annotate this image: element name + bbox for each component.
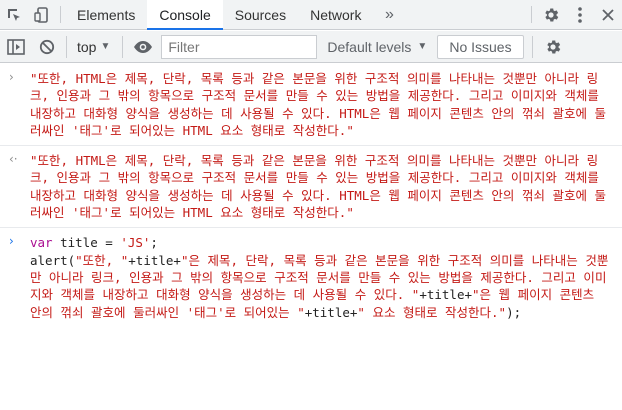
code-text: +title+	[128, 252, 181, 268]
device-toolbar-icon[interactable]	[28, 0, 56, 29]
result-arrow-icon: ‹·	[9, 152, 18, 167]
eye-icon[interactable]	[129, 40, 157, 54]
devtools-tabbar: Elements Console Sources Network »	[0, 0, 622, 30]
tabbar-actions	[527, 0, 622, 29]
code-text: +title+	[304, 304, 358, 320]
inspect-element-icon[interactable]	[0, 0, 28, 29]
prompt-code[interactable]: var title = 'JS'; alert("또한, "+title+"은 …	[30, 234, 612, 320]
tab-console[interactable]: Console	[147, 0, 224, 30]
message-text: "또한, HTML은 제목, 단락, 목록 등과 같은 본문을 위한 구조적 의…	[30, 153, 607, 221]
context-selector[interactable]: top ▼	[71, 39, 116, 55]
tab-label: Sources	[234, 6, 287, 23]
clear-console-icon[interactable]	[32, 39, 62, 55]
sidebar-toggle-icon[interactable]	[0, 38, 32, 55]
console-settings-gear-icon[interactable]	[541, 38, 565, 56]
code-string: 'JS'	[120, 235, 151, 251]
tab-elements[interactable]: Elements	[65, 0, 147, 29]
log-levels-label: Default levels	[327, 38, 412, 55]
message-text: "또한, HTML은 제목, 단락, 목록 등과 같은 본문을 위한 구조적 의…	[30, 71, 607, 138]
tab-label: Console	[159, 6, 211, 23]
divider	[66, 35, 67, 58]
code-text: ;	[150, 235, 158, 251]
context-label: top	[77, 38, 97, 55]
code-text: +title+	[419, 287, 472, 303]
log-levels-dropdown[interactable]: Default levels ▼	[327, 39, 427, 55]
filter-input[interactable]	[161, 34, 318, 59]
console-toolbar: top ▼ Default levels ▼ No Issues	[0, 31, 622, 63]
divider	[60, 6, 61, 23]
gear-icon[interactable]	[536, 0, 566, 29]
code-keyword: var	[30, 235, 53, 251]
code-string: "또한, "	[75, 252, 129, 268]
divider	[122, 35, 124, 58]
console-messages[interactable]: › "또한, HTML은 제목, 단락, 목록 등과 같은 본문을 위한 구조적…	[0, 64, 622, 410]
dropdown-arrow-icon: ▼	[100, 41, 111, 52]
console-result-message: ‹· "또한, HTML은 제목, 단락, 목록 등과 같은 본문을 위한 구조…	[0, 146, 622, 229]
input-arrow-icon: ›	[9, 70, 14, 84]
close-icon[interactable]	[594, 0, 622, 29]
more-tabs-button[interactable]: »	[373, 0, 405, 29]
tab-label: Network	[310, 6, 362, 23]
prompt-arrow-icon: ›	[9, 234, 14, 249]
issues-label: No Issues	[449, 38, 512, 55]
code-text: title =	[52, 235, 121, 251]
divider	[531, 35, 533, 58]
issues-button[interactable]: No Issues	[437, 34, 524, 59]
console-input-message: › "또한, HTML은 제목, 단락, 목록 등과 같은 본문을 위한 구조적…	[0, 64, 622, 147]
code-text: );	[506, 304, 522, 320]
kebab-menu-icon[interactable]	[566, 0, 594, 29]
divider	[531, 6, 532, 23]
tab-network[interactable]: Network	[298, 0, 373, 29]
console-prompt[interactable]: › var title = 'JS'; alert("또한, "+title+"…	[0, 228, 622, 326]
tab-sources[interactable]: Sources	[223, 0, 298, 29]
code-string: " 요소 형태로 작성한다."	[357, 304, 507, 320]
tab-label: Elements	[77, 6, 136, 23]
dropdown-arrow-icon: ▼	[417, 41, 428, 52]
code-text: alert(	[30, 252, 76, 268]
